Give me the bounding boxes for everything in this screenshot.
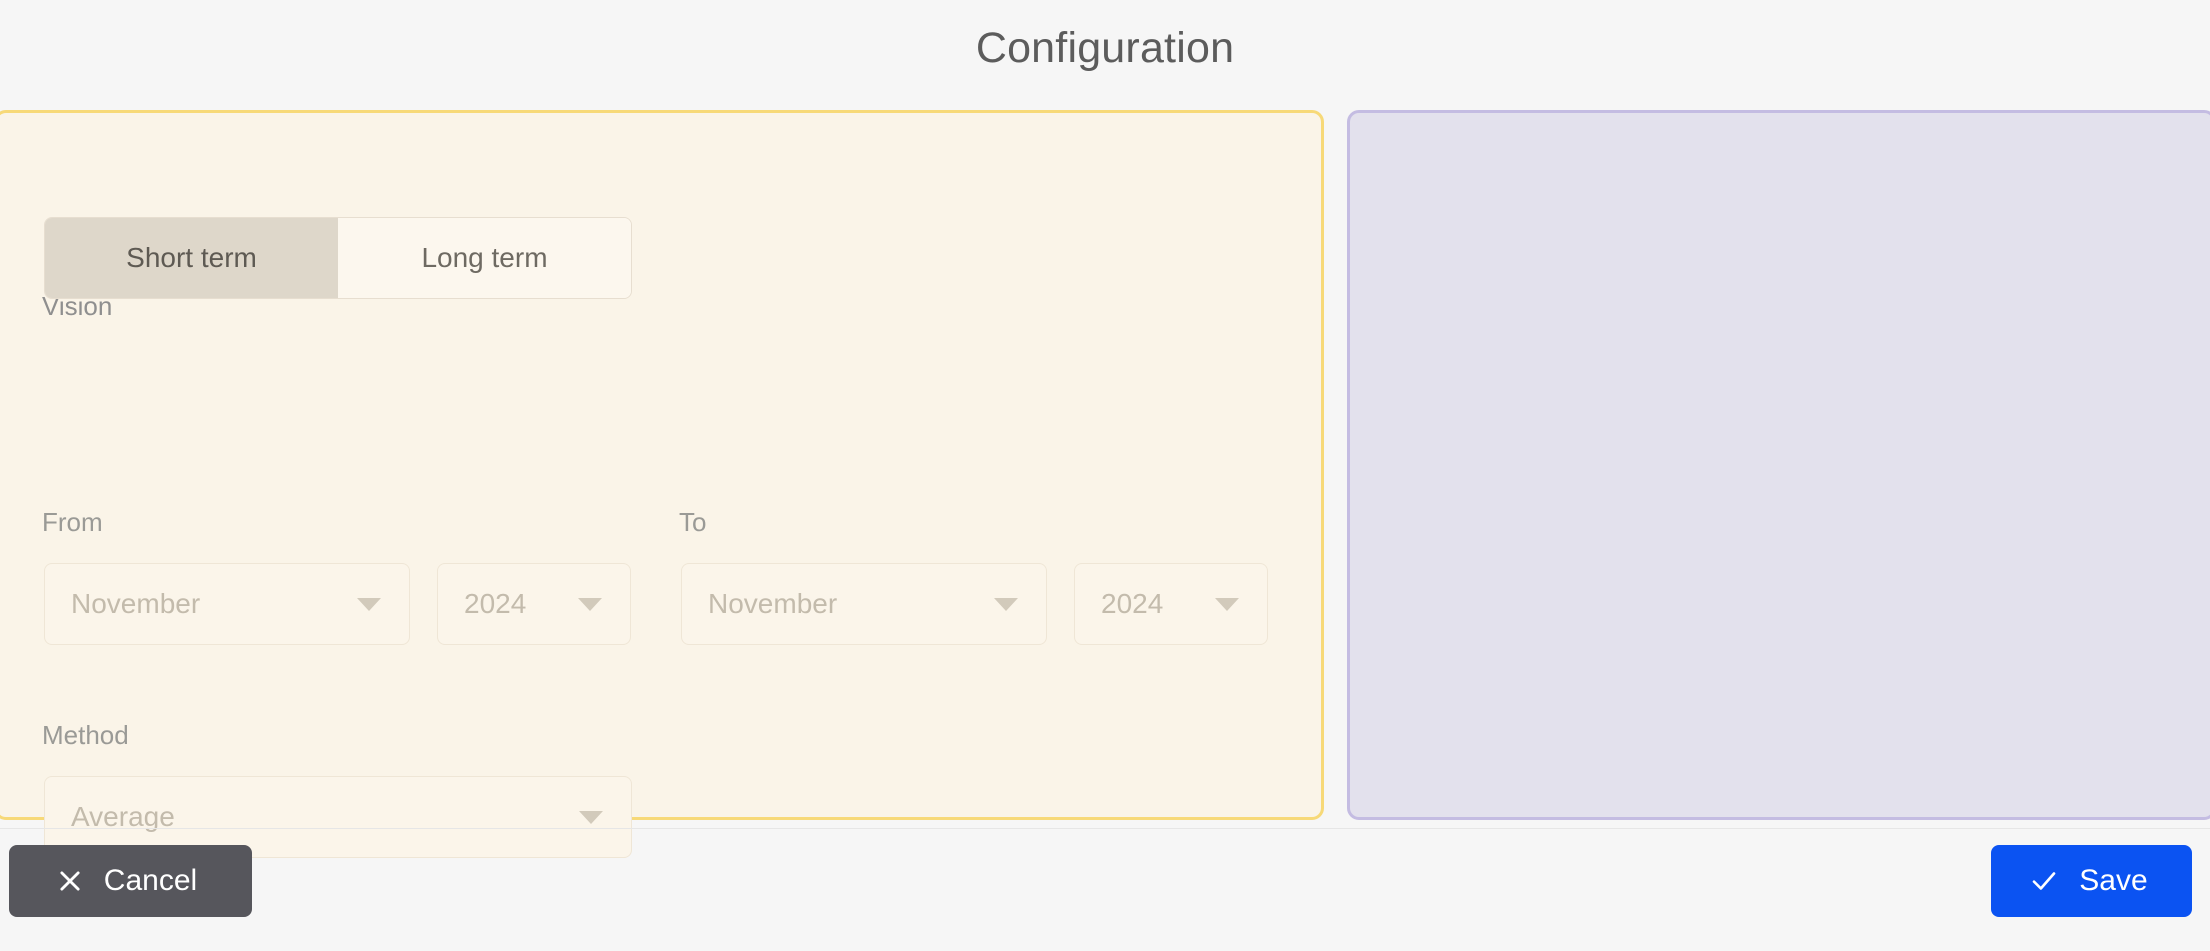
to-month-value: November	[708, 588, 838, 619]
save-button-label: Save	[2079, 864, 2148, 897]
chevron-down-icon	[994, 597, 1018, 611]
from-year-value: 2024	[464, 588, 527, 619]
configuration-card: Vision Short term Long term From Novembe…	[0, 110, 1324, 858]
from-year-select[interactable]: 2024	[437, 563, 631, 645]
method-label: Method	[42, 720, 129, 750]
from-month-value: November	[71, 588, 201, 619]
cancel-button[interactable]: Cancel	[9, 845, 252, 917]
to-label: To	[679, 507, 707, 537]
cards-region: Vision Short term Long term From Novembe…	[0, 110, 2210, 858]
save-button[interactable]: Save	[1991, 845, 2192, 917]
to-month-select[interactable]: November	[681, 563, 1047, 645]
from-month-select[interactable]: November	[44, 563, 410, 645]
page-title: Configuration	[975, 24, 1235, 72]
chevron-down-icon	[357, 597, 381, 611]
vision-segmented-control[interactable]: Short term Long term	[44, 217, 632, 299]
footer-divider	[0, 828, 2210, 829]
cancel-button-label: Cancel	[103, 864, 198, 897]
from-label: From	[42, 507, 103, 537]
check-icon	[2029, 866, 2059, 896]
description-card: Description	[1347, 110, 2210, 820]
chevron-down-icon	[579, 810, 603, 824]
to-year-value: 2024	[1101, 588, 1164, 619]
close-icon	[56, 867, 84, 895]
chevron-down-icon	[1215, 597, 1239, 611]
chevron-down-icon	[578, 597, 602, 611]
vision-option-long-term[interactable]: Long term	[338, 218, 631, 298]
to-year-select[interactable]: 2024	[1074, 563, 1268, 645]
vision-option-short-term[interactable]: Short term	[45, 218, 338, 298]
